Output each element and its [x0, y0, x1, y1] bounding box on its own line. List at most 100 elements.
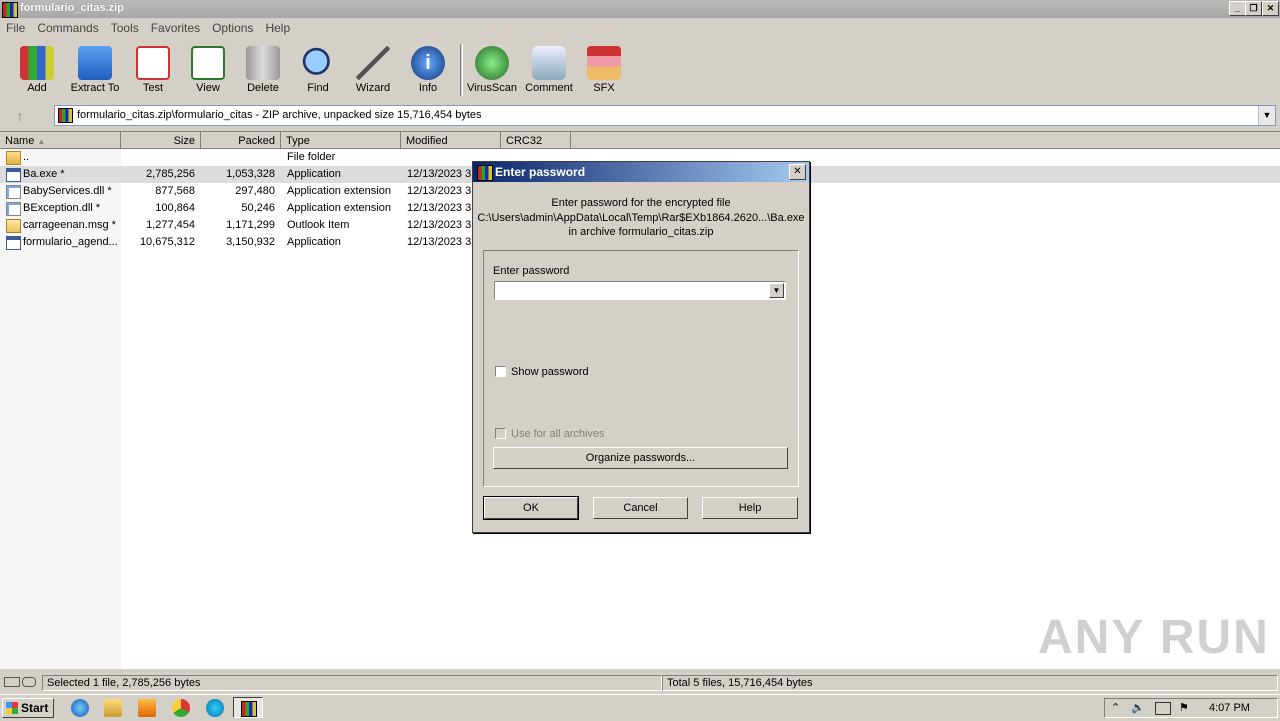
- file-packed: 1,171,299: [226, 219, 275, 231]
- column-filler: [571, 132, 1280, 149]
- add-button[interactable]: Add: [9, 46, 65, 94]
- file-name: Ba.exe *: [23, 168, 65, 180]
- test-label: Test: [142, 82, 164, 94]
- dll-icon: [6, 202, 21, 216]
- status-total: Total 5 files, 15,716,454 bytes: [662, 675, 1278, 691]
- add-label: Add: [27, 82, 47, 94]
- exe-icon: [6, 168, 21, 182]
- file-packed: 50,246: [241, 202, 275, 214]
- virusscan-button[interactable]: VirusScan: [464, 46, 520, 94]
- media-player-icon[interactable]: [138, 699, 156, 717]
- flag-icon[interactable]: ⚑: [1179, 701, 1189, 714]
- menu-tools[interactable]: Tools: [105, 18, 145, 35]
- extract-folder-icon: [78, 46, 112, 80]
- file-modified: 12/13/2023 3: [407, 236, 471, 248]
- path-field[interactable]: formulario_citas.zip\formulario_citas - …: [54, 105, 1276, 126]
- column-name[interactable]: Name ▲: [0, 132, 121, 149]
- virus-bug-icon: [475, 46, 509, 80]
- dialog-app-icon: [477, 165, 493, 181]
- info-button[interactable]: i Info: [400, 46, 456, 94]
- file-type: Application extension: [287, 202, 391, 214]
- info-label: Info: [418, 82, 438, 94]
- comment-button[interactable]: Comment: [521, 46, 577, 94]
- file-size: 10,675,312: [139, 236, 195, 248]
- column-modified[interactable]: Modified: [401, 132, 501, 149]
- winrar-app-icon: [2, 2, 18, 18]
- sfx-button[interactable]: SFX: [576, 46, 632, 94]
- start-label: Start: [21, 701, 49, 715]
- view-book-icon: [191, 46, 225, 80]
- speaker-icon[interactable]: 🔈: [1131, 701, 1145, 714]
- status-selected: Selected 1 file, 2,785,256 bytes: [42, 675, 662, 691]
- delete-button[interactable]: Delete: [235, 46, 291, 94]
- start-button[interactable]: Start: [2, 698, 54, 718]
- dialog-message-path: C:\Users\admin\AppData\Local\Temp\Rar$EX…: [477, 212, 805, 224]
- status-bar: Selected 1 file, 2,785,256 bytes Total 5…: [0, 673, 1280, 693]
- file-modified: 12/13/2023 3: [407, 168, 471, 180]
- password-dropdown-icon[interactable]: ▼: [769, 283, 784, 298]
- view-button[interactable]: View: [180, 46, 236, 94]
- password-combobox[interactable]: ▼: [494, 281, 786, 300]
- file-modified: 12/13/2023 3: [407, 219, 471, 231]
- file-packed: 297,480: [235, 185, 275, 197]
- menu-help[interactable]: Help: [259, 18, 296, 35]
- sfx-label: SFX: [593, 82, 615, 94]
- menu-commands[interactable]: Commands: [31, 18, 104, 35]
- close-button[interactable]: ✕: [1262, 1, 1279, 16]
- file-name: formulario_agend...: [23, 236, 118, 248]
- column-size[interactable]: Size: [121, 132, 201, 149]
- file-packed: 3,150,932: [226, 236, 275, 248]
- file-modified: 12/13/2023 3: [407, 202, 471, 214]
- wizard-button[interactable]: Wizard: [345, 46, 401, 94]
- path-dropdown-icon[interactable]: ▼: [1258, 106, 1275, 125]
- menu-favorites[interactable]: Favorites: [145, 18, 206, 35]
- view-label: View: [196, 82, 220, 94]
- column-packed[interactable]: Packed: [201, 132, 281, 149]
- window-title: formulario_citas.zip: [20, 2, 124, 14]
- file-size: 877,568: [155, 185, 195, 197]
- organize-passwords-button[interactable]: Organize passwords...: [493, 447, 788, 469]
- dialog-title-bar: Enter password ✕: [473, 162, 809, 182]
- up-arrow-icon[interactable]: ↑: [8, 108, 32, 124]
- extract-to-label: Extract To: [70, 82, 120, 94]
- file-name: carrageenan.msg *: [23, 219, 116, 231]
- menu-file[interactable]: File: [0, 18, 31, 35]
- archive-icon: [58, 108, 73, 123]
- test-button[interactable]: Test: [125, 46, 181, 94]
- ok-button[interactable]: OK: [483, 496, 579, 520]
- taskbar-winrar[interactable]: [233, 697, 263, 718]
- restore-button[interactable]: ❐: [1245, 1, 1262, 16]
- path-text: formulario_citas.zip\formulario_citas - …: [77, 109, 482, 121]
- file-name: BabyServices.dll *: [23, 185, 112, 197]
- ie-icon[interactable]: [71, 699, 89, 717]
- chrome-icon[interactable]: [172, 699, 190, 717]
- column-crc32-label: CRC32: [506, 135, 543, 147]
- column-crc32[interactable]: CRC32: [501, 132, 571, 149]
- toolbar: Add Extract To Test View Delete Find Wiz…: [0, 38, 1280, 100]
- address-bar: ↑ formulario_citas.zip\formulario_citas …: [0, 102, 1280, 128]
- dialog-close-button[interactable]: ✕: [789, 164, 806, 180]
- magnifier-icon: [301, 46, 335, 80]
- network-icon[interactable]: [1155, 702, 1171, 715]
- watermark-logo: ANY RUN: [1038, 611, 1270, 664]
- show-password-checkbox[interactable]: [495, 366, 506, 377]
- edge-icon[interactable]: [206, 699, 224, 717]
- file-size: 2,785,256: [146, 168, 195, 180]
- password-dialog: Enter password ✕ Enter password for the …: [472, 161, 810, 533]
- find-button[interactable]: Find: [290, 46, 346, 94]
- password-input[interactable]: [497, 283, 767, 298]
- password-label: Enter password: [493, 265, 570, 277]
- show-password-label[interactable]: Show password: [511, 366, 589, 378]
- dialog-message-line1: Enter password for the encrypted file: [551, 197, 731, 209]
- minimize-button[interactable]: _: [1229, 1, 1246, 16]
- clock[interactable]: 4:07 PM: [1209, 702, 1250, 714]
- column-modified-label: Modified: [406, 135, 448, 147]
- menu-options[interactable]: Options: [206, 18, 259, 35]
- extract-to-button[interactable]: Extract To: [67, 46, 123, 94]
- title-bar: formulario_citas.zip _ ❐ ✕: [0, 0, 1280, 18]
- cancel-button[interactable]: Cancel: [593, 497, 688, 519]
- tray-expand-icon[interactable]: ⌃: [1111, 701, 1120, 714]
- help-button[interactable]: Help: [702, 497, 798, 519]
- explorer-folder-icon[interactable]: [104, 699, 122, 717]
- column-type[interactable]: Type: [281, 132, 401, 149]
